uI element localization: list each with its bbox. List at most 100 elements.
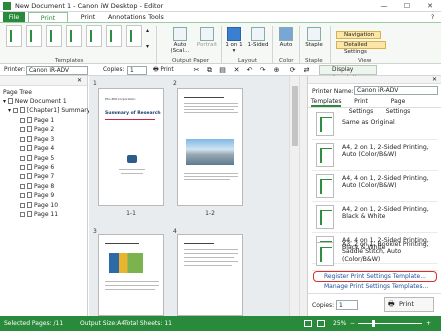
pane-copies-input[interactable]: 1 [336, 300, 358, 310]
zoom-slider-handle[interactable] [372, 320, 375, 327]
output-size-button[interactable]: Auto (Scal… [166, 27, 194, 54]
vertical-scrollbar[interactable] [289, 76, 299, 316]
page-checkbox[interactable] [20, 136, 25, 142]
tree-page-item[interactable]: Page 1 [20, 116, 58, 125]
pages-per-sheet-button[interactable]: 1 on 1 ▾ [224, 27, 244, 54]
chapter-checkbox[interactable] [12, 108, 18, 113]
manage-templates-link[interactable]: Manage Print Settings Templates... [324, 283, 428, 290]
tree-page-item[interactable]: Page 9 [20, 191, 58, 200]
tree-page-item[interactable]: Page 5 [20, 154, 58, 163]
ribbon: ▴ ▾ Templates Auto (Scal… Portrait Outpu… [0, 22, 441, 64]
pane-close-icon[interactable]: ✕ [432, 76, 437, 83]
tree-page-item[interactable]: Page 10 [20, 201, 58, 210]
zoom-in-icon[interactable]: + [426, 316, 431, 331]
page-thumbnail-1[interactable]: Pho ZIN Corporation Summary of Research [98, 88, 164, 206]
printer-label: Printer: [4, 67, 26, 73]
delete-icon[interactable]: ✕ [232, 66, 241, 75]
tree-page-item[interactable]: Page 8 [20, 182, 58, 191]
template-thumb-7[interactable] [126, 25, 142, 47]
print-button[interactable]: 🖶 Print [153, 66, 174, 75]
copies-input[interactable]: 1 [127, 66, 147, 75]
cut-icon[interactable]: ✂ [192, 66, 201, 75]
page-checkbox[interactable] [20, 155, 25, 161]
copy-icon[interactable]: ⧉ [205, 66, 214, 75]
page-checkbox[interactable] [20, 165, 25, 171]
page-thumbnail-4[interactable] [177, 234, 243, 316]
scroll-down-icon[interactable]: ▾ [146, 43, 149, 50]
text-line [184, 106, 238, 107]
minimize-button[interactable]: — [373, 0, 395, 12]
tree-page-item[interactable]: Page 3 [20, 135, 58, 144]
template-item[interactable]: A4, 2 on 1, 2-Sided Printing, Black & Wh… [312, 202, 438, 233]
page-checkbox[interactable] [20, 118, 25, 123]
paste-icon[interactable]: ▤ [218, 66, 227, 75]
page-checkbox[interactable] [20, 146, 25, 152]
printer-name-select[interactable]: Canon iR-ADV [354, 86, 438, 95]
close-button[interactable]: ✕ [419, 0, 441, 12]
ribbon-divider [156, 26, 157, 63]
maximize-button[interactable]: ☐ [396, 0, 418, 12]
page-checkbox[interactable] [20, 174, 25, 180]
zoom-out-icon[interactable]: − [350, 316, 355, 331]
template-item[interactable]: Same as Original [312, 109, 438, 140]
printer-select[interactable]: Canon iR-ADV [26, 66, 88, 75]
tree-page-item[interactable]: Page 7 [20, 172, 58, 181]
color-mode-button[interactable]: Auto [276, 27, 296, 48]
tab-templates[interactable]: Templates [311, 97, 342, 107]
pane-scrollbar[interactable] [299, 76, 307, 316]
page-checkbox[interactable] [20, 202, 25, 208]
fit-page-icon[interactable] [304, 320, 312, 327]
redo-icon[interactable]: ↷ [258, 66, 267, 75]
template-thumb-2[interactable] [26, 25, 42, 47]
template-item[interactable]: A3, 2 on 1, Booklet Printing, Saddle Sti… [312, 239, 438, 271]
scrollbar-thumb[interactable] [292, 86, 298, 146]
page-thumbnail-2[interactable] [177, 88, 243, 206]
tree-page-item[interactable]: Page 2 [20, 125, 58, 134]
fit-width-icon[interactable] [317, 320, 325, 327]
pane-print-button[interactable]: 🖶 Print [384, 297, 434, 312]
register-template-link[interactable]: Register Print Settings Template... [324, 273, 426, 280]
display-annotations-toggle[interactable]: Display Annotations [319, 65, 377, 82]
zoom-slider[interactable] [358, 323, 422, 324]
page-checkbox[interactable] [20, 193, 25, 199]
pane-header: ✕ [308, 76, 441, 84]
template-item[interactable]: A4, 4 on 1, 2-Sided Printing, Auto (Colo… [312, 171, 438, 202]
tab-print-settings-pane[interactable]: Print Settings [343, 97, 379, 115]
page-checkbox[interactable] [20, 212, 25, 218]
heading-line [184, 97, 224, 98]
printer-name-label: Printer Name: [312, 88, 354, 95]
tree-root[interactable]: ▾ New Document 1 [3, 97, 67, 106]
rotate-icon[interactable]: ⟳ [288, 66, 297, 75]
page-thumbnail-3[interactable] [98, 234, 164, 316]
portrait-icon [200, 27, 214, 41]
text-line [184, 179, 230, 180]
tree-page-item[interactable]: Page 4 [20, 144, 58, 153]
tab-page-settings[interactable]: Page Settings [380, 97, 416, 115]
sides-button[interactable]: 1-Sided [247, 27, 269, 48]
pane-close-icon[interactable]: ✕ [77, 77, 82, 84]
arrange-icon[interactable]: ⇄ [302, 66, 311, 75]
pane-print-label: Print [399, 300, 414, 308]
template-thumb-4[interactable] [66, 25, 82, 47]
tree-page-item[interactable]: Page 6 [20, 163, 58, 172]
template-thumb-1[interactable] [6, 25, 22, 47]
tree-page-label: Page 3 [34, 135, 55, 143]
staple-button[interactable]: Staple [303, 27, 325, 48]
template-thumb-5[interactable] [86, 25, 102, 47]
template-thumb-3[interactable] [46, 25, 62, 47]
orientation-button[interactable]: Portrait [195, 27, 219, 48]
insert-icon[interactable]: ⊕ [272, 66, 281, 75]
template-item[interactable]: A4, 2 on 1, 2-Sided Printing, Auto (Colo… [312, 140, 438, 171]
help-icon[interactable]: ? [431, 14, 434, 21]
page-icon [27, 117, 32, 123]
template-label: A4, 2 on 1, 2-Sided Printing, Black & Wh… [342, 206, 429, 221]
undo-icon[interactable]: ↶ [245, 66, 254, 75]
page-checkbox[interactable] [20, 127, 25, 133]
tree-page-item[interactable]: Page 11 [20, 210, 58, 219]
scroll-up-icon[interactable]: ▴ [146, 27, 149, 34]
template-thumb-6[interactable] [106, 25, 122, 47]
detailed-settings-toggle[interactable]: Detailed Settings [336, 41, 386, 55]
status-bar: Selected Pages: /11 Output Size:A4 Total… [0, 316, 441, 331]
page-checkbox[interactable] [20, 183, 25, 189]
navigation-toggle[interactable]: Navigation [336, 31, 381, 39]
